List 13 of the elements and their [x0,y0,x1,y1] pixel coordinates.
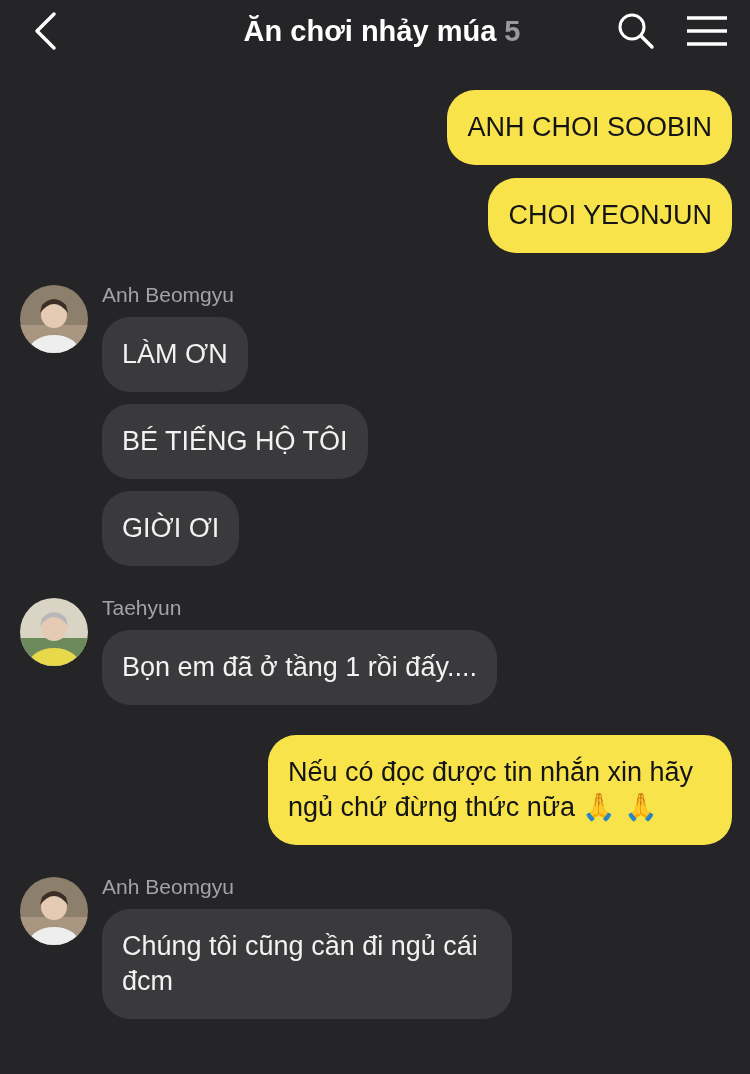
chat-title: Ăn chơi nhảy múa [243,14,497,48]
sender-name: Anh Beomgyu [102,283,234,307]
sender-name: Taehyun [102,596,182,620]
message-bubble: BÉ TIẾNG HỘ TÔI [102,404,368,479]
message-bubble: Bọn em đã ở tầng 1 rồi đấy.... [102,630,497,705]
member-count: 5 [504,14,521,48]
message-bubble: LÀM ƠN [102,317,248,392]
message-bubble: CHOI YEONJUN [488,178,732,253]
message-bubble: Nếu có đọc được tin nhắn xin hãy ngủ chứ đừng thức nữa 🙏 🙏 [268,735,732,845]
sender-name: Anh Beomgyu [102,875,234,899]
message-bubble: GIỜI ƠI [102,491,240,566]
message-bubble: ANH CHOI SOOBIN [447,90,732,165]
message-bubble: Chúng tôi cũng cần đi ngủ cái đcm [102,909,512,1019]
